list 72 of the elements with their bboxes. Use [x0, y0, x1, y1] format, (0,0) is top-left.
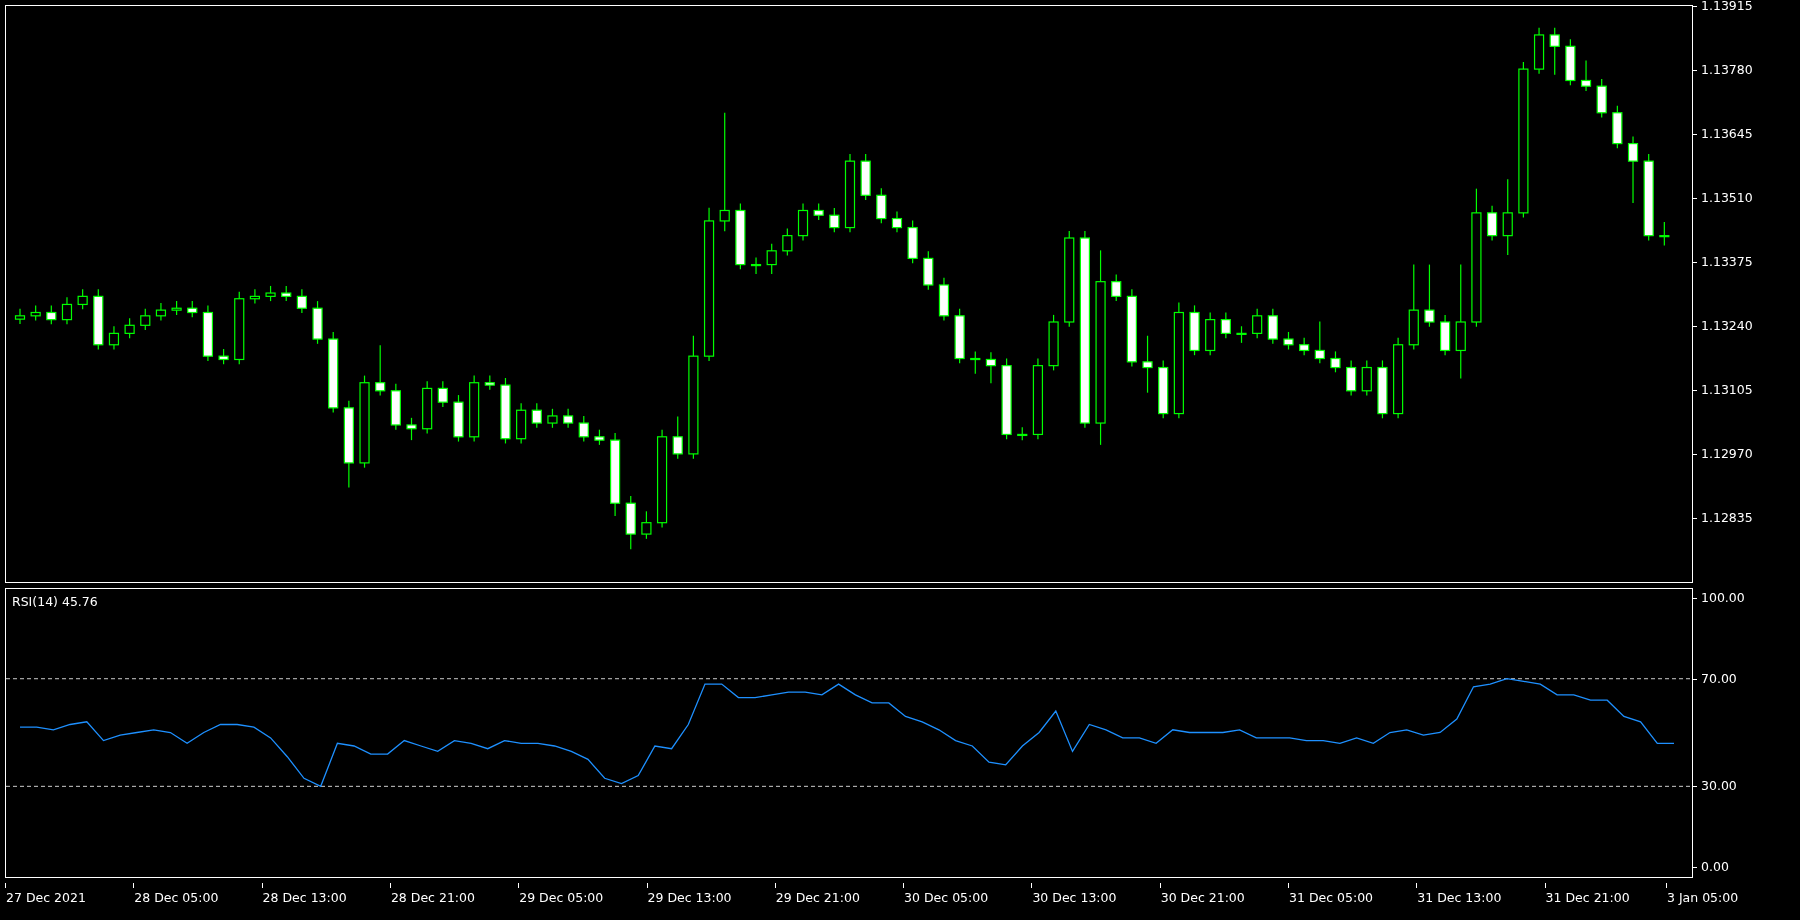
price-axis-label: 1.13510 — [1701, 188, 1753, 207]
price-axis-label: 1.13780 — [1701, 60, 1753, 79]
candlestick — [829, 207, 840, 233]
candlestick — [578, 415, 589, 443]
candlestick — [1549, 27, 1560, 76]
candlestick — [1580, 59, 1592, 92]
time-axis-label: 28 Dec 05:00 — [134, 889, 219, 907]
indicator-name: RSI(14) — [12, 593, 58, 611]
price-axis-label: 1.13375 — [1701, 252, 1753, 271]
time-axis-label: 27 Dec 2021 — [6, 889, 86, 907]
candlestick — [1111, 273, 1122, 302]
candlestick — [547, 408, 558, 429]
time-axis-label: 28 Dec 13:00 — [262, 889, 347, 907]
time-axis-label: 28 Dec 21:00 — [390, 889, 475, 907]
time-axis-label: 29 Dec 13:00 — [647, 889, 732, 907]
candlestick — [61, 296, 73, 325]
rsi-axis-label: 100.00 — [1701, 588, 1745, 607]
candlestick — [124, 317, 135, 339]
candlestick — [296, 288, 307, 314]
time-axis-label: 31 Dec 21:00 — [1545, 889, 1630, 907]
candlestick — [876, 187, 887, 224]
price-axis-label: 1.13105 — [1701, 380, 1753, 399]
candlestick — [563, 408, 574, 429]
rsi-axis-label: 30.00 — [1701, 776, 1737, 795]
candlestick — [782, 227, 793, 257]
price-axis-label: 1.12835 — [1701, 509, 1753, 528]
candlestick — [1659, 221, 1670, 247]
candlestick — [641, 510, 652, 540]
indicator-value: 45.76 — [61, 593, 98, 611]
candlestick — [1314, 320, 1325, 364]
candlestick — [1361, 359, 1372, 397]
candlestick — [155, 302, 167, 322]
candlestick — [77, 288, 88, 310]
candlestick — [406, 417, 417, 441]
rsi-axis-label: 70.00 — [1701, 669, 1737, 688]
candlestick — [672, 415, 683, 460]
candlestick — [14, 308, 26, 325]
candlestick — [1220, 311, 1231, 339]
time-axis-label: 31 Dec 05:00 — [1289, 889, 1374, 907]
candlestick — [719, 112, 730, 232]
candlestick — [375, 344, 386, 397]
time-axis-label: 31 Dec 13:00 — [1417, 889, 1502, 907]
time-axis-label: 30 Dec 05:00 — [904, 889, 989, 907]
candlestick — [1330, 350, 1341, 373]
candlestick — [1142, 335, 1153, 394]
candlestick — [1346, 359, 1357, 397]
candlestick — [891, 210, 903, 233]
candlestick — [985, 351, 997, 384]
time-axis-label: 3 Jan 05:00 — [1667, 889, 1739, 907]
price-axis-label: 1.13915 — [1701, 0, 1753, 15]
candlestick — [970, 350, 981, 375]
candlestick — [437, 380, 448, 408]
candlestick — [1424, 263, 1435, 328]
price-axis-label: 1.13645 — [1701, 124, 1753, 143]
candlestick — [766, 243, 777, 275]
rsi-axis-label: 0.00 — [1701, 857, 1729, 876]
price-axis-label: 1.12970 — [1701, 445, 1753, 463]
time-axis-label: 29 Dec 21:00 — [775, 889, 860, 907]
candlestick — [1502, 178, 1513, 256]
candlestick — [750, 256, 762, 275]
candlestick — [46, 304, 57, 325]
time-axis-label: 30 Dec 21:00 — [1160, 889, 1245, 907]
price-axis-label: 1.13240 — [1701, 316, 1753, 335]
time-axis-label: 30 Dec 13:00 — [1032, 889, 1117, 907]
candlestick — [1486, 205, 1498, 241]
candlestick — [140, 308, 151, 331]
candlestick — [1627, 135, 1639, 204]
candlestick — [108, 325, 120, 351]
candlestick — [531, 402, 542, 429]
candlestick — [1267, 308, 1278, 345]
time-axis-label: 29 Dec 05:00 — [519, 889, 604, 907]
candlestick — [1252, 308, 1263, 339]
